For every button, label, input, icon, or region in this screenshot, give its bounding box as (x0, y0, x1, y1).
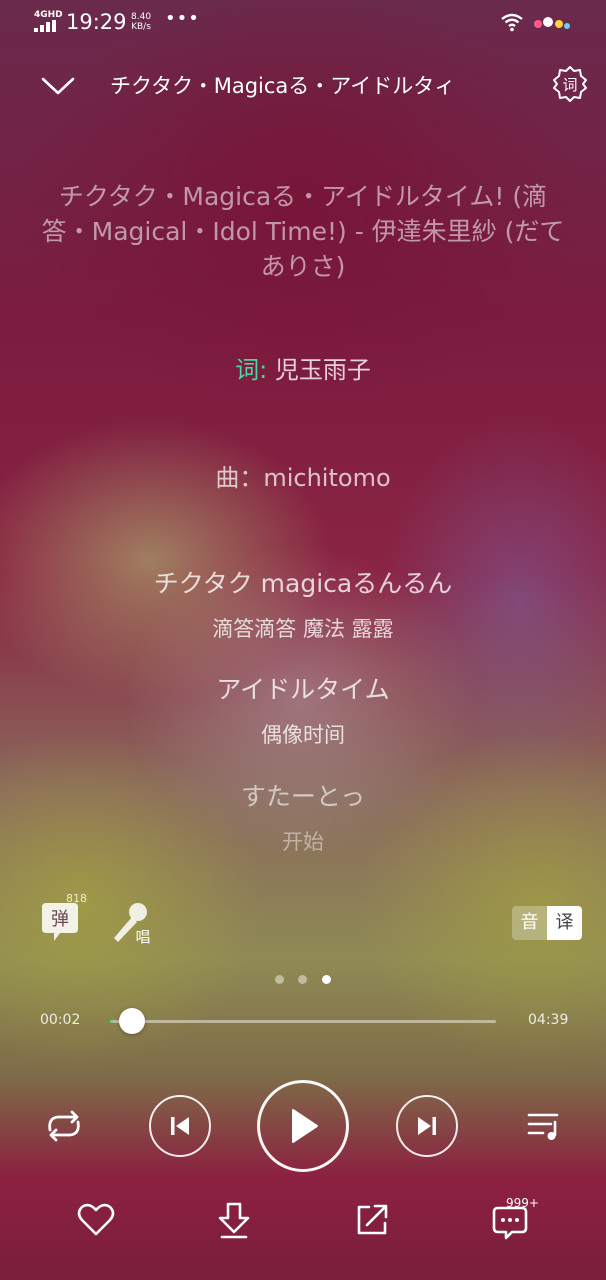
page-indicator (272, 974, 336, 986)
wifi-icon (501, 13, 523, 32)
microphone-icon: 唱 (114, 903, 151, 946)
network-speed: 8.40 KB/s (131, 12, 151, 32)
translation-toggle[interactable]: 音 译 (512, 906, 582, 940)
heart-icon (77, 1203, 115, 1236)
toggle-option-translation[interactable]: 译 (547, 906, 582, 940)
lyric-line-ja[interactable]: チクタク magicaるんるん (40, 566, 566, 602)
song-title: チクタク・Magicaる・アイドルタィ (110, 74, 456, 98)
lyric-line-zh: 滴答滴答 魔法 露露 (212, 617, 394, 641)
play-button[interactable] (257, 1080, 349, 1172)
sing-label: 唱 (135, 928, 150, 946)
danmu-label: 弹 (51, 909, 69, 930)
lyric-line-zh: 开始 (282, 830, 324, 854)
lyric-line-zh: 偶像时间 (261, 723, 345, 747)
progress-track[interactable] (110, 1020, 496, 1023)
page-dot-active[interactable] (322, 975, 331, 984)
download-button[interactable] (212, 1198, 256, 1242)
lyricist-label: 词 (235, 356, 260, 384)
playlist-icon (527, 1113, 559, 1140)
lyric-settings-button[interactable]: 词 (551, 65, 589, 103)
lyric-line-ja[interactable]: アイドルタイム (40, 672, 566, 708)
toggle-option-phonetic[interactable]: 音 (512, 906, 547, 940)
signal-icon (34, 20, 58, 32)
skip-previous-icon (171, 1117, 189, 1135)
speed-value: 8.40 (131, 12, 152, 22)
total-time: 04:39 (528, 1012, 569, 1028)
play-icon (292, 1109, 318, 1143)
lyric-button-label: 词 (562, 76, 577, 94)
lyricist-separator: : (259, 356, 268, 384)
download-icon (218, 1202, 250, 1239)
clock: 19:29 (66, 10, 127, 34)
lyricist-line: 词: 児玉雨子 (40, 352, 566, 388)
lyric-gear-icon: 词 (553, 66, 587, 102)
current-time: 00:02 (40, 1012, 81, 1028)
network-type: 4GHD (34, 10, 63, 20)
danmu-count: 818 (66, 892, 87, 905)
speed-unit: KB/s (131, 22, 151, 32)
progress-fill (110, 1020, 113, 1023)
more-notifications-icon: ••• (165, 8, 200, 29)
page-dot[interactable] (298, 975, 307, 984)
lyricist-name: 児玉雨子 (274, 356, 371, 384)
sing-button[interactable]: 唱 (108, 900, 156, 946)
repeat-button[interactable] (40, 1104, 88, 1148)
repeat-icon (48, 1110, 80, 1142)
previous-track-button[interactable] (149, 1095, 211, 1157)
skip-next-icon (418, 1117, 436, 1135)
lyric-line-ja[interactable]: すたーとっ (40, 779, 566, 815)
like-button[interactable] (74, 1198, 118, 1242)
collapse-chevron-icon[interactable] (40, 68, 76, 104)
share-icon (357, 1204, 388, 1235)
song-info: チクタク・Magicaる・アイドルタイム! (滴答・Magical・Idol T… (41, 182, 565, 281)
sticker-icon (534, 17, 570, 29)
page-dot[interactable] (275, 975, 284, 984)
comment-count: 999+ (506, 1196, 539, 1210)
next-track-button[interactable] (396, 1095, 458, 1157)
status-bar: 4GHD 19:29 8.40 KB/s ••• (0, 0, 606, 48)
playlist-button[interactable] (522, 1104, 566, 1148)
composer-line: 曲：michitomo (215, 464, 391, 492)
progress-thumb[interactable] (118, 1008, 145, 1034)
share-button[interactable] (350, 1198, 394, 1242)
